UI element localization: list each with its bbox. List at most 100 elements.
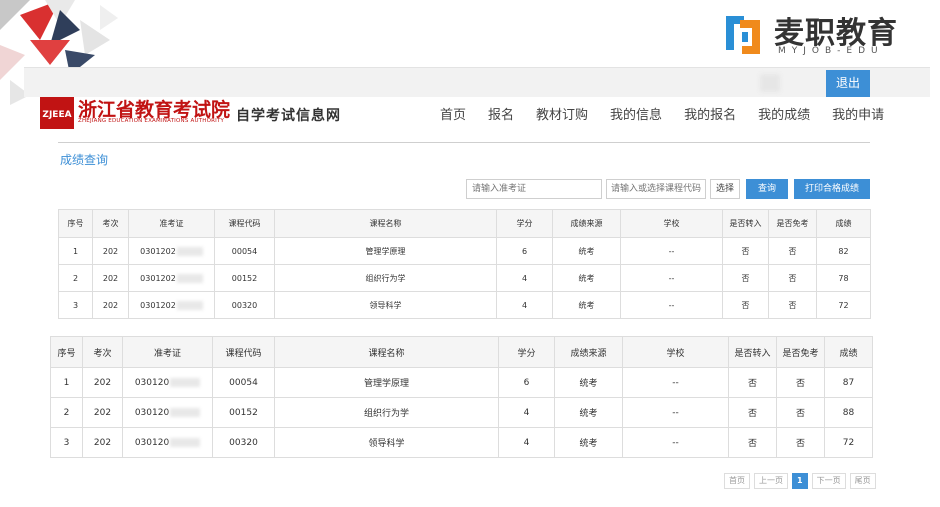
cell-index: 3 [50, 427, 83, 458]
nav-my-info[interactable]: 我的信息 [610, 104, 662, 123]
system-name: 自学考试信息网 [236, 108, 341, 124]
cell-exempt: 否 [776, 367, 825, 398]
table-row: 2 202 030120 00152 组织行为学 4 统考 -- 否否 88 [50, 397, 873, 428]
ticket-number-input[interactable] [466, 179, 602, 199]
cell-score-source: 统考 [554, 397, 623, 428]
cell-transferred: 否 [728, 427, 777, 458]
table-row: 1 202 0301202 00054 管理学原理 6 统考 -- 否否 82 [58, 237, 871, 265]
myjob-logo-icon [726, 16, 760, 54]
cell-school: -- [620, 291, 723, 319]
course-code-input[interactable] [606, 179, 706, 199]
cell-score: 87 [824, 367, 873, 398]
ticket-number-blurred [176, 300, 203, 310]
cell-exam-session: 202 [82, 367, 123, 398]
brand-logo: 麦职教育 MYJOB-EDU [722, 8, 922, 60]
column-header: 学校 [622, 336, 729, 368]
cell-score: 72 [816, 291, 871, 319]
column-header: 课程名称 [274, 209, 497, 238]
column-header: 学校 [620, 209, 723, 238]
column-header: 序号 [58, 209, 93, 238]
cell-exam-session: 202 [82, 427, 123, 458]
ticket-number-visible: 0301202 [140, 246, 176, 256]
column-header: 成绩来源 [554, 336, 623, 368]
table-row: 1 202 030120 00054 管理学原理 6 统考 -- 否否 87 [50, 367, 873, 398]
cell-score-source: 统考 [554, 427, 623, 458]
cell-exam-session: 202 [92, 237, 129, 265]
select-button[interactable]: 选择 [710, 179, 740, 199]
cell-index: 1 [50, 367, 83, 398]
cell-exempt: 否 [768, 291, 817, 319]
column-header: 成绩来源 [552, 209, 621, 238]
ticket-number-blurred [170, 437, 201, 447]
ticket-number-visible: 0301202 [140, 300, 176, 310]
page-1-button[interactable]: 1 [792, 473, 808, 489]
column-header: 成绩 [816, 209, 871, 238]
cell-index: 2 [58, 264, 93, 292]
cell-exam-session: 202 [92, 264, 129, 292]
cell-score: 88 [824, 397, 873, 428]
cell-ticket-number: 030120 [122, 427, 213, 458]
print-scores-button[interactable]: 打印合格成绩 [794, 179, 870, 199]
column-header: 是否免考 [768, 209, 817, 238]
nav-home[interactable]: 首页 [440, 104, 466, 123]
cell-credits: 4 [496, 291, 553, 319]
ticket-number-visible: 0301202 [140, 273, 176, 283]
cell-course-name: 领导科学 [274, 291, 497, 319]
exam-authority-subtitle: ZHEJIANG EDUCATION EXAMINATIONS AUTHORIT… [78, 118, 225, 124]
column-header: 是否免考 [776, 336, 825, 368]
column-header: 学分 [498, 336, 555, 368]
cell-credits: 6 [496, 237, 553, 265]
table1-body: 1 202 0301202 00054 管理学原理 6 统考 -- 否否 82 2 202 030120… [58, 237, 871, 319]
cell-index: 1 [58, 237, 93, 265]
first-page-button[interactable]: 首页 [724, 473, 750, 489]
cell-ticket-number: 030120 [122, 397, 213, 428]
pagination: 首页 上一页 1 下一页 尾页 [724, 473, 880, 489]
ticket-number-visible: 030120 [134, 407, 170, 418]
column-header: 课程名称 [274, 336, 499, 368]
next-page-button[interactable]: 下一页 [811, 473, 846, 489]
cell-score: 78 [816, 264, 871, 292]
ticket-number-visible: 030120 [134, 377, 170, 388]
cell-school: -- [622, 367, 729, 398]
prev-page-button[interactable]: 上一页 [754, 473, 788, 489]
column-header: 考次 [82, 336, 123, 368]
user-avatar-blurred [760, 74, 780, 92]
main-nav: 首页 报名 教材订购 我的信息 我的报名 我的成绩 我的申请 [440, 104, 906, 123]
nav-register[interactable]: 报名 [488, 104, 514, 123]
top-bar: 退出 [24, 67, 930, 97]
cell-score: 72 [824, 427, 873, 458]
cell-credits: 4 [498, 397, 555, 428]
cell-exam-session: 202 [92, 291, 129, 319]
logout-button[interactable]: 退出 [826, 70, 870, 97]
score-table-duplicate: 序号 考次 准考证 课程代码 课程名称 学分 成绩来源 学校 是否转入 是否免考… [50, 336, 873, 458]
nav-textbook-order[interactable]: 教材订购 [536, 104, 588, 123]
cell-school: -- [622, 427, 729, 458]
column-header: 学分 [496, 209, 553, 238]
ticket-number-visible: 030120 [134, 437, 170, 448]
column-header: 考次 [92, 209, 129, 238]
table-header-row: 序号 考次 准考证 课程代码 课程名称 学分 成绩来源 学校 是否转入 是否免考… [58, 209, 871, 238]
column-header: 是否转入 [722, 209, 769, 238]
nav-my-applications[interactable]: 我的申请 [832, 104, 884, 123]
nav-my-scores[interactable]: 我的成绩 [758, 104, 810, 123]
cell-course-code: 00320 [212, 427, 275, 458]
table-row: 3 202 030120 00320 领导科学 4 统考 -- 否否 72 [50, 427, 873, 458]
nav-my-registration[interactable]: 我的报名 [684, 104, 736, 123]
cell-exempt: 否 [768, 264, 817, 292]
table2-body: 1 202 030120 00054 管理学原理 6 统考 -- 否否 87 2 202 030120 0… [50, 367, 873, 458]
ticket-number-blurred [170, 407, 201, 417]
ticket-number-blurred [176, 246, 203, 256]
cell-course-code: 00054 [214, 237, 275, 265]
cell-school: -- [620, 264, 723, 292]
cell-course-code: 00152 [212, 397, 275, 428]
cell-score: 82 [816, 237, 871, 265]
cell-score-source: 统考 [552, 237, 621, 265]
cell-course-name: 组织行为学 [274, 397, 499, 428]
cell-transferred: 否 [728, 367, 777, 398]
column-header: 准考证 [128, 209, 215, 238]
ticket-number-blurred [176, 273, 203, 283]
last-page-button[interactable]: 尾页 [849, 473, 876, 489]
table-row: 3 202 0301202 00320 领导科学 4 统考 -- 否否 72 [58, 291, 871, 319]
query-button[interactable]: 查询 [746, 179, 788, 199]
cell-score-source: 统考 [552, 264, 621, 292]
